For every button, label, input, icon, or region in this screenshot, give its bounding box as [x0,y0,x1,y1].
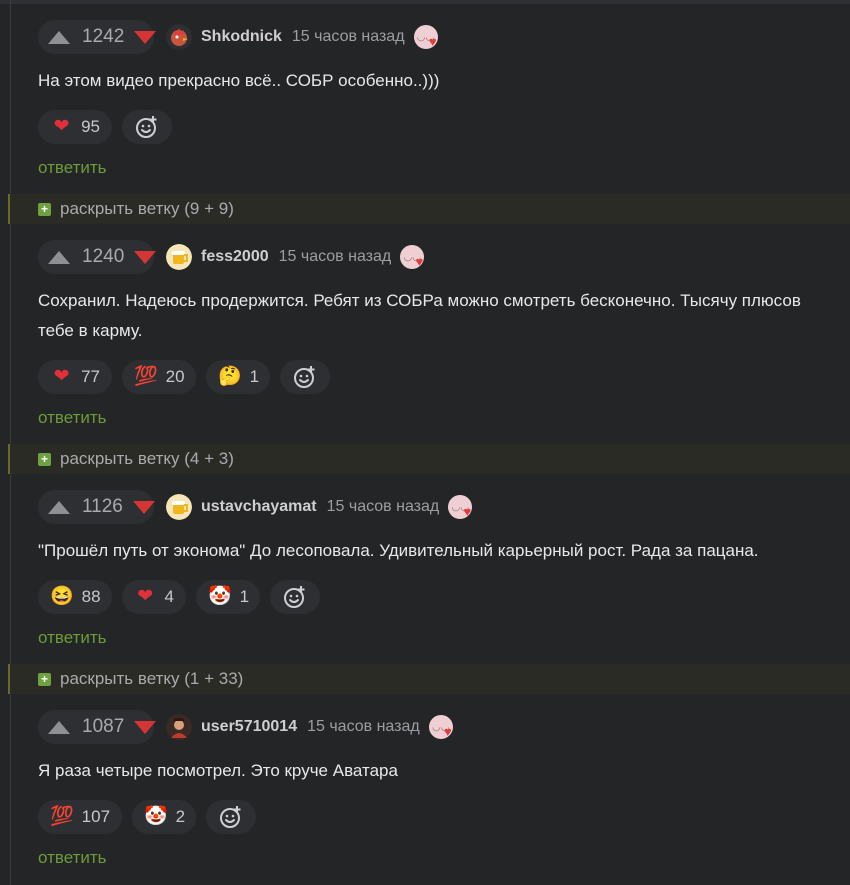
beer-avatar[interactable] [166,494,192,520]
rating-count: 1240 [82,246,125,267]
hundred-icon: 💯 [134,366,158,387]
add-emoji-icon [293,365,317,389]
expand-thread-button[interactable]: + раскрыть ветку (4 + 3) [8,444,850,474]
plus-icon: + [38,452,51,466]
reaction-count: 95 [81,117,100,136]
heart-icon: ❤ [53,116,70,137]
reaction-count: 77 [81,367,100,386]
rating-count: 1242 [82,26,125,47]
reaction-count: 1 [249,367,260,386]
comment: 1242 Shkodnick 15 часов назад ◡◡ ♥ На это… [38,20,838,178]
reaction-count: 107 [81,807,111,826]
reaction-thinking-face[interactable]: 🤔 1 [206,360,270,394]
username[interactable]: fess2000 [201,248,269,266]
laughing-face-icon: 😆 [50,586,74,607]
reaction-count: 1 [239,587,250,606]
expand-thread-button[interactable]: + раскрыть ветку (9 + 9) [8,194,850,224]
reaction-clown-face[interactable]: 🤡 2 [132,800,196,834]
reaction-clown-face[interactable]: 🤡 1 [196,580,260,614]
rooster-avatar[interactable] [166,24,192,50]
award-badge-icon[interactable]: ◡◡ ♥ [448,495,473,519]
upvote-arrow-icon[interactable] [48,250,70,264]
reaction-hundred[interactable]: 💯 20 [122,360,196,394]
reactions-bar: 💯 107 🤡 2 [38,800,838,834]
award-badge-icon[interactable]: ◡◡ ♥ [400,245,425,269]
reaction-count: 88 [81,587,101,606]
upvote-arrow-icon[interactable] [48,500,70,514]
reaction-heart[interactable]: ❤ 95 [38,110,112,144]
upvote-arrow-icon[interactable] [48,30,70,44]
thread-border [10,0,11,885]
downvote-arrow-icon[interactable] [134,720,157,734]
plus-icon: + [38,202,51,216]
username[interactable]: Shkodnick [201,28,282,46]
add-reaction-button[interactable] [206,800,256,834]
downvote-arrow-icon[interactable] [134,250,157,264]
thinking-face-icon: 🤔 [218,366,242,387]
vote-widget: 1242 [38,20,157,54]
plus-icon: + [38,672,51,686]
clown-face-icon: 🤡 [208,586,232,607]
reaction-laughing-face[interactable]: 😆 88 [38,580,112,614]
expand-thread-button[interactable]: + раскрыть ветку (1 + 33) [8,664,850,694]
username[interactable]: user5710014 [201,718,297,736]
reactions-bar: 😆 88 ❤ 4 🤡 1 [38,580,838,614]
add-emoji-icon [135,115,159,139]
comment-text: "Прошёл путь от эконома" До лесоповала. … [38,541,759,560]
reaction-heart[interactable]: ❤ 77 [38,360,112,394]
reply-link[interactable]: ответить [38,848,107,868]
add-emoji-icon [219,805,243,829]
top-divider [0,0,850,4]
reaction-count: 2 [175,807,186,826]
timestamp: 15 часов назад [291,28,405,45]
add-reaction-button[interactable] [280,360,330,394]
timestamp: 15 часов назад [307,718,420,735]
heart-icon: ❤ [53,366,70,387]
expand-thread-label: раскрыть ветку (9 + 9) [60,199,234,218]
award-badge-icon[interactable]: ◡◡ ♥ [428,715,453,739]
comment: 1126 ustavchayamat 15 часов назад ◡◡ ♥ "П… [38,490,838,648]
add-emoji-icon [283,585,307,609]
comment-text: Я раза четыре посмотрел. Это круче Авата… [38,761,398,780]
user-avatar[interactable] [166,714,192,740]
timestamp: 15 часов назад [278,248,392,265]
downvote-arrow-icon[interactable] [134,30,157,44]
reactions-bar: ❤ 77 💯 20 🤔 1 [38,360,838,394]
reply-link[interactable]: ответить [38,408,107,428]
comment: 1087 user5710014 15 часов назад ◡◡ ♥ Я ра… [38,710,838,868]
comment-text: Сохранил. Надеюсь продержится. Ребят из … [38,291,801,340]
vote-widget: 1240 [38,240,157,274]
clown-face-icon: 🤡 [144,806,168,827]
reactions-bar: ❤ 95 [38,110,838,144]
comment-header: 1126 ustavchayamat 15 часов назад ◡◡ ♥ [38,490,838,524]
timestamp: 15 часов назад [326,498,440,515]
reaction-hundred[interactable]: 💯 107 [38,800,122,834]
reply-link[interactable]: ответить [38,158,107,178]
reply-link[interactable]: ответить [38,628,107,648]
comment-text: На этом видео прекрасно всё.. СОБР особе… [38,71,440,90]
add-reaction-button[interactable] [122,110,172,144]
hundred-icon: 💯 [50,806,74,827]
reaction-heart[interactable]: ❤ 4 [122,580,186,614]
expand-thread-label: раскрыть ветку (4 + 3) [60,449,234,468]
reaction-count: 20 [165,367,185,386]
expand-thread-label: раскрыть ветку (1 + 33) [60,669,244,688]
upvote-arrow-icon[interactable] [48,720,70,734]
rating-count: 1087 [82,716,125,737]
comment-header: 1242 Shkodnick 15 часов назад ◡◡ ♥ [38,20,838,54]
award-badge-icon[interactable]: ◡◡ ♥ [413,25,438,49]
username[interactable]: ustavchayamat [201,498,317,516]
reaction-count: 4 [164,587,174,606]
vote-widget: 1126 [38,490,155,524]
vote-widget: 1087 [38,710,157,744]
downvote-arrow-icon[interactable] [132,500,155,514]
comment-header: 1240 fess2000 15 часов назад ◡◡ ♥ [38,240,838,274]
comment: 1240 fess2000 15 часов назад ◡◡ ♥ Сохрани… [38,240,838,428]
heart-icon: ❤ [137,586,154,607]
comment-header: 1087 user5710014 15 часов назад ◡◡ ♥ [38,710,838,744]
add-reaction-button[interactable] [270,580,320,614]
rating-count: 1126 [82,496,123,517]
beer-avatar[interactable] [166,244,192,270]
